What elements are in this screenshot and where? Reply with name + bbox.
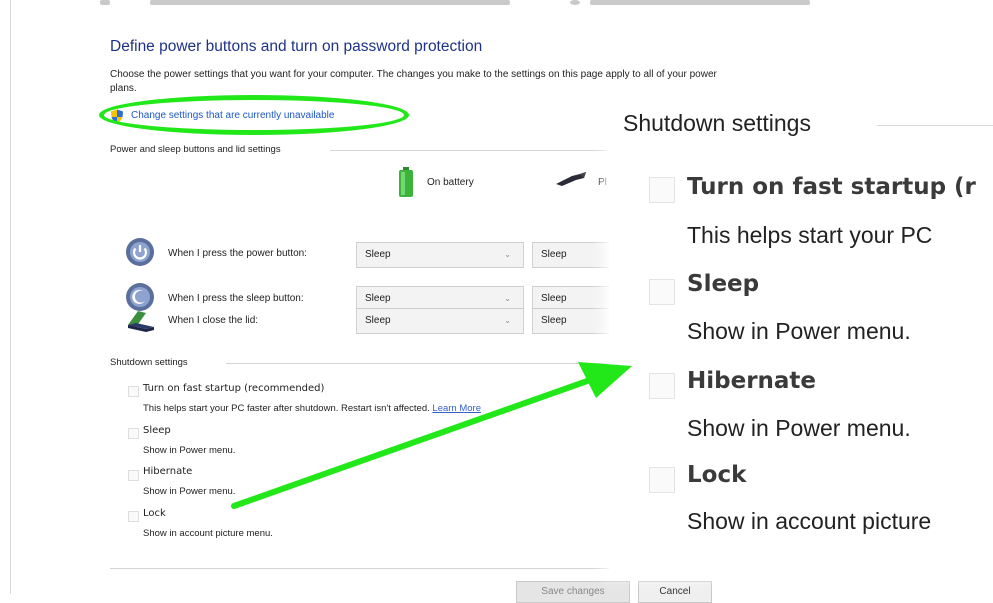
zoom-divider xyxy=(877,125,993,126)
lock-description: Show in account picture menu. xyxy=(143,528,273,539)
fast-startup-checkbox[interactable] xyxy=(128,386,139,397)
power-group-divider xyxy=(330,150,610,151)
fast-startup-desc-text: This helps start your PC faster after sh… xyxy=(143,403,430,414)
zoom-heading: Shutdown settings xyxy=(623,110,811,136)
sleep-checkbox[interactable] xyxy=(128,428,139,439)
sleep-title: Sleep xyxy=(143,425,171,436)
lock-title: Lock xyxy=(143,508,166,519)
zoom-hibernate-checkbox[interactable] xyxy=(649,373,675,399)
power-button-icon xyxy=(126,238,154,266)
highlight-circle xyxy=(99,95,409,135)
zoom-lock-desc: Show in account picture xyxy=(687,508,932,534)
zoom-hibernate-title: Hibernate xyxy=(687,368,817,394)
power-button-battery-select[interactable]: Sleep ⌄ xyxy=(356,242,524,268)
address-bar xyxy=(100,0,820,10)
footer-divider xyxy=(110,568,610,569)
chevron-down-icon: ⌄ xyxy=(504,250,511,259)
zoom-hibernate-desc: Show in Power menu. xyxy=(687,415,911,441)
shutdown-heading: Shutdown settings xyxy=(110,357,188,368)
zoom-fast-startup-desc: This helps start your PC xyxy=(687,222,933,248)
sleep-button-battery-value: Sleep xyxy=(365,293,391,304)
zoom-fast-startup-title: Turn on fast startup (r xyxy=(687,174,976,200)
window-left-border xyxy=(10,0,11,594)
close-lid-plugged-select[interactable]: Sleep xyxy=(532,308,610,334)
shutdown-divider xyxy=(226,363,610,364)
close-lid-label: When I close the lid: xyxy=(168,315,259,326)
learn-more-link[interactable]: Learn More xyxy=(432,403,481,414)
zoom-lock-checkbox[interactable] xyxy=(649,467,675,493)
plugged-in-label: Pl xyxy=(598,177,607,188)
zoomed-shutdown-settings: Shutdown settings Turn on fast startup (… xyxy=(609,88,993,578)
zoom-sleep-checkbox[interactable] xyxy=(649,279,675,305)
chevron-down-icon: ⌄ xyxy=(504,316,511,325)
plug-icon xyxy=(556,172,586,186)
on-battery-label: On battery xyxy=(427,177,474,188)
power-button-plugged-select[interactable]: Sleep xyxy=(532,242,610,268)
zoom-sleep-desc: Show in Power menu. xyxy=(687,318,911,344)
battery-icon xyxy=(399,167,413,197)
close-lid-battery-select[interactable]: Sleep ⌄ xyxy=(356,308,524,334)
power-button-battery-value: Sleep xyxy=(365,249,391,260)
cancel-button[interactable]: Cancel xyxy=(638,581,712,603)
close-lid-battery-value: Sleep xyxy=(365,315,391,326)
zoom-fast-startup-checkbox[interactable] xyxy=(649,177,675,203)
page-title: Define power buttons and turn on passwor… xyxy=(110,38,483,55)
hibernate-checkbox[interactable] xyxy=(128,470,139,481)
sleep-description: Show in Power menu. xyxy=(143,445,236,456)
hibernate-description: Show in Power menu. xyxy=(143,486,236,497)
hibernate-title: Hibernate xyxy=(143,466,193,477)
zoom-lock-title: Lock xyxy=(687,462,747,488)
save-changes-button[interactable]: Save changes xyxy=(516,581,630,603)
power-button-plugged-value: Sleep xyxy=(541,249,567,260)
lock-checkbox[interactable] xyxy=(128,511,139,522)
fast-startup-description: This helps start your PC faster after sh… xyxy=(143,403,481,414)
power-button-label: When I press the power button: xyxy=(168,248,307,259)
laptop-lid-icon xyxy=(128,311,154,332)
close-lid-plugged-value: Sleep xyxy=(541,315,567,326)
sleep-button-label: When I press the sleep button: xyxy=(168,293,304,304)
zoom-sleep-title: Sleep xyxy=(687,271,760,297)
fast-startup-title: Turn on fast startup (recommended) xyxy=(143,383,325,394)
sleep-button-plugged-value: Sleep xyxy=(541,293,567,304)
power-group-heading: Power and sleep buttons and lid settings xyxy=(110,144,281,155)
